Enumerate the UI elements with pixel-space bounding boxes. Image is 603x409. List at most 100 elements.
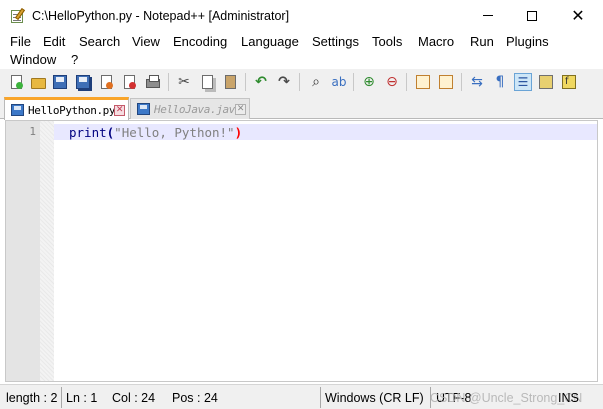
line-number-gutter: 1: [6, 121, 40, 381]
menu-help[interactable]: ?: [71, 51, 78, 69]
close-window-button[interactable]: ✕: [555, 0, 601, 31]
fold-margin[interactable]: [40, 121, 54, 381]
redo-icon: ↷: [278, 74, 290, 90]
title-bar: C:\HelloPython.py - Notepad++ [Administr…: [0, 0, 603, 31]
toolbar-separator: [406, 73, 407, 91]
status-pos: Pos : 24: [172, 391, 218, 405]
menu-file[interactable]: File: [10, 33, 31, 51]
code-close-paren: ): [234, 125, 243, 140]
tab-hellojava[interactable]: HelloJava.java ✕: [130, 98, 250, 119]
show-all-chars-icon: ¶: [495, 74, 505, 90]
show-all-chars-button[interactable]: ¶: [491, 73, 509, 91]
status-separator: [320, 387, 321, 408]
copy-icon: [201, 75, 213, 89]
undo-button[interactable]: ↶: [252, 73, 270, 91]
window-title: C:\HelloPython.py - Notepad++ [Administr…: [32, 8, 290, 23]
word-wrap-button[interactable]: ⇆: [468, 73, 486, 91]
word-wrap-icon: ⇆: [471, 74, 483, 90]
status-bar: length : 2 Ln : 1 Col : 24 Pos : 24 Wind…: [0, 384, 603, 409]
doc-map-icon: [539, 75, 553, 89]
toolbar-separator: [353, 73, 354, 91]
menu-encoding[interactable]: Encoding: [173, 33, 227, 51]
indent-guide-icon: ☰: [517, 75, 529, 89]
sync-horizontal-icon: [439, 75, 453, 89]
toolbar-separator: [299, 73, 300, 91]
status-eol[interactable]: Windows (CR LF): [325, 389, 424, 407]
status-insert-mode[interactable]: INS: [558, 389, 579, 407]
toolbar: ✂ ↶ ↷ ⌕ ab ⊕ ⊖ ⇆ ¶ ☰ f: [0, 69, 603, 95]
tab-bar: HelloPython.py ✕ HelloJava.java ✕: [0, 95, 603, 120]
save-all-icon: [76, 75, 90, 89]
zoom-out-button[interactable]: ⊖: [383, 73, 401, 91]
new-file-icon: [10, 75, 23, 89]
status-line: Ln : 1: [66, 391, 98, 405]
paste-button[interactable]: [221, 73, 239, 91]
zoom-in-button[interactable]: ⊕: [360, 73, 378, 91]
zoom-out-icon: ⊖: [386, 74, 398, 90]
code-line[interactable]: print("Hello, Python!"): [69, 125, 242, 140]
cut-icon: ✂: [178, 74, 190, 90]
tab-label: HelloJava.java: [154, 102, 242, 116]
save-all-button[interactable]: [74, 73, 92, 91]
close-file-button[interactable]: [97, 73, 115, 91]
menu-run[interactable]: Run: [470, 33, 494, 51]
close-tab-icon[interactable]: ✕: [114, 105, 125, 116]
menu-macro[interactable]: Macro: [418, 33, 454, 51]
function-list-icon: f: [562, 75, 576, 89]
sync-horizontal-button[interactable]: [437, 73, 455, 91]
undo-icon: ↶: [255, 74, 267, 90]
replace-icon: ab: [331, 75, 347, 89]
close-tab-icon[interactable]: ✕: [235, 104, 246, 115]
close-all-button[interactable]: [120, 73, 138, 91]
function-list-button[interactable]: f: [560, 73, 578, 91]
menu-tools[interactable]: Tools: [372, 33, 402, 51]
indent-guide-button[interactable]: ☰: [514, 73, 532, 91]
save-button[interactable]: [51, 73, 69, 91]
sync-vertical-icon: [416, 75, 430, 89]
maximize-button[interactable]: [509, 0, 555, 31]
menu-plugins[interactable]: Plugins: [506, 33, 549, 51]
maximize-icon: [527, 10, 537, 21]
menu-language[interactable]: Language: [241, 33, 299, 51]
close-icon: [100, 75, 113, 89]
minimize-icon: [483, 15, 493, 16]
cut-button[interactable]: ✂: [175, 73, 193, 91]
toolbar-separator: [245, 73, 246, 91]
code-editor[interactable]: 1 print("Hello, Python!"): [5, 120, 598, 382]
menu-window[interactable]: Window: [10, 51, 56, 69]
doc-map-button[interactable]: [537, 73, 555, 91]
copy-button[interactable]: [198, 73, 216, 91]
menu-view[interactable]: View: [132, 33, 160, 51]
save-icon: [53, 75, 67, 89]
tab-label: HelloPython.py: [28, 103, 116, 117]
zoom-in-icon: ⊕: [363, 74, 375, 90]
new-file-button[interactable]: [7, 73, 25, 91]
close-icon: ✕: [571, 5, 585, 25]
redo-button[interactable]: ↷: [275, 73, 293, 91]
menu-edit[interactable]: Edit: [43, 33, 65, 51]
minimize-button[interactable]: [465, 0, 511, 31]
menu-settings[interactable]: Settings: [312, 33, 359, 51]
print-button[interactable]: [144, 73, 162, 91]
paste-icon: [224, 75, 236, 89]
line-number: 1: [29, 125, 36, 138]
open-file-icon: [30, 78, 46, 89]
saved-file-icon: [137, 103, 150, 115]
notepad-plus-plus-app-icon: [10, 7, 26, 24]
status-separator: [61, 387, 62, 408]
code-function: print: [69, 125, 107, 140]
status-col: Col : 24: [112, 391, 156, 405]
status-length: length : 2: [6, 391, 58, 405]
toolbar-separator: [461, 73, 462, 91]
sync-vertical-button[interactable]: [414, 73, 432, 91]
replace-button[interactable]: ab: [330, 73, 348, 91]
find-button[interactable]: ⌕: [307, 73, 325, 91]
code-string: "Hello, Python!": [114, 125, 235, 140]
tab-hellopython[interactable]: HelloPython.py ✕: [4, 97, 129, 120]
find-icon: ⌕: [312, 74, 320, 90]
menu-search[interactable]: Search: [79, 33, 120, 51]
close-all-icon: [123, 75, 136, 89]
open-file-button[interactable]: [29, 73, 47, 91]
menu-bar: File Edit Search View Encoding Language …: [0, 31, 603, 69]
toolbar-separator: [168, 73, 169, 91]
